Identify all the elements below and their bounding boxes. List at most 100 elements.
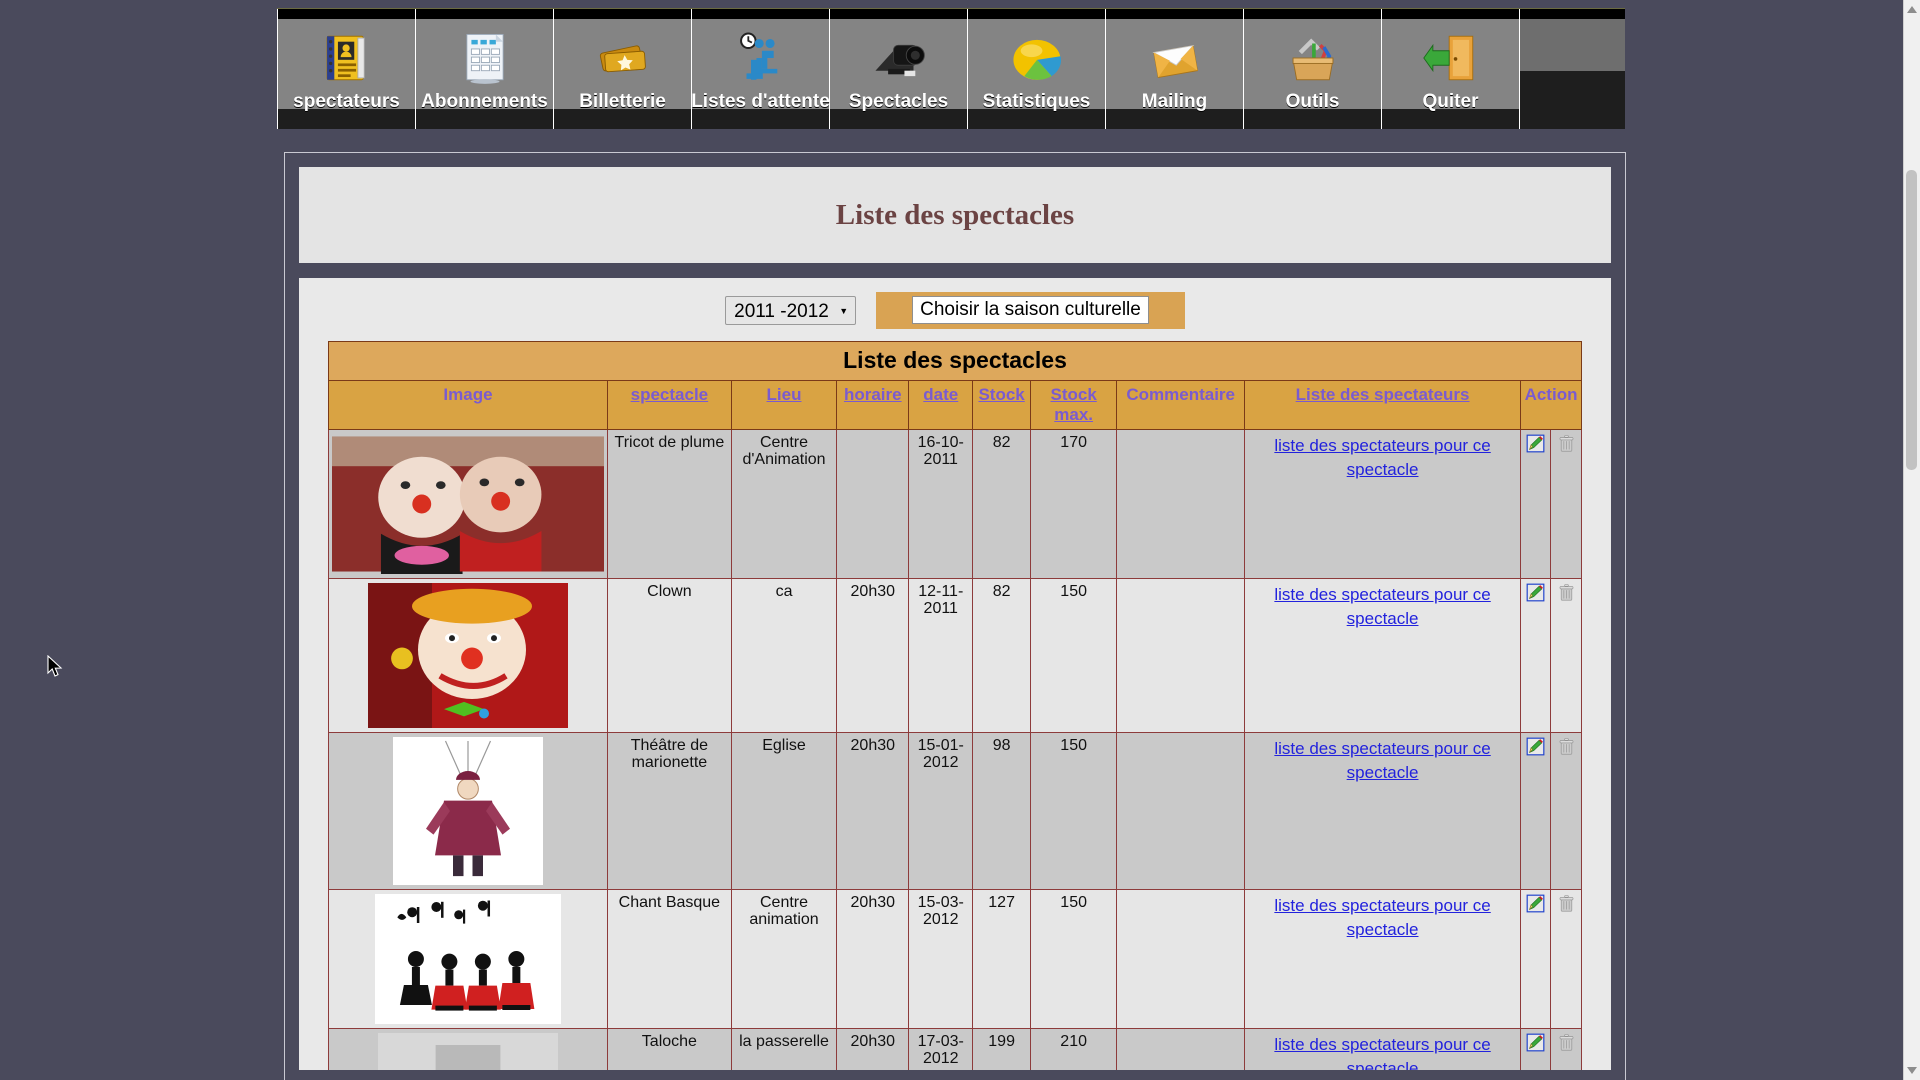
cell-horaire [836, 429, 910, 579]
delete-action-cell[interactable] [1550, 429, 1582, 579]
column-header-image: Image [328, 380, 608, 430]
scrollbar-thumb[interactable] [1906, 170, 1917, 470]
cell-date: 12-11-2011 [908, 578, 974, 733]
column-header-spectacle[interactable]: spectacle [607, 380, 732, 430]
cell-lieu: Centre d'Animation [730, 429, 838, 579]
column-header-liste-des-spectateurs[interactable]: Liste des spectateurs [1244, 380, 1522, 430]
edit-pencil-icon[interactable] [1526, 1033, 1545, 1052]
nav-item-outils[interactable]: Outils [1244, 9, 1382, 129]
cell-lieu: Centre animation [730, 889, 838, 1029]
column-header-label[interactable]: Lieu [767, 385, 802, 404]
delete-action-cell[interactable] [1550, 1028, 1582, 1070]
column-header-commentaire: Commentaire [1116, 380, 1246, 430]
nav-item-label: Mailing [1141, 91, 1208, 112]
cell-stock-max: 170 [1030, 429, 1118, 579]
cell-spectacle-name: Taloche [607, 1028, 732, 1070]
table-head: Image spectacle Lieu horaire date Stock Stock … [328, 380, 1582, 430]
delete-action-cell[interactable] [1550, 889, 1582, 1029]
nav-item-spectateurs[interactable]: spectateurs [277, 9, 416, 129]
cell-spectateurs-link: liste des spectateurs pour ce spectacle [1244, 732, 1522, 890]
scroll-down-arrow-icon[interactable] [1907, 1067, 1917, 1074]
column-header-label: Image [443, 385, 493, 404]
cell-spectacle-name: Chant Basque [607, 889, 732, 1029]
column-header-label[interactable]: horaire [844, 385, 902, 404]
edit-action-cell[interactable] [1520, 578, 1552, 733]
column-header-stock[interactable]: Stock [972, 380, 1032, 430]
nav-item-quiter[interactable]: Quiter [1382, 9, 1520, 129]
cell-stock-max: 150 [1030, 889, 1118, 1029]
cell-commentaire [1116, 889, 1246, 1029]
cell-date: 15-03-2012 [908, 889, 974, 1029]
cell-commentaire [1116, 732, 1246, 890]
nav-item-label: Listes d'attente [691, 91, 830, 112]
page-panel: Liste des spectacles 2011 -2012 ▼ Choisi… [284, 152, 1626, 1080]
column-header-label[interactable]: Stock [978, 385, 1024, 404]
edit-pencil-icon[interactable] [1526, 737, 1545, 756]
cell-spectateurs-link: liste des spectateurs pour ce spectacle [1244, 429, 1522, 579]
column-header-date[interactable]: date [908, 380, 974, 430]
trash-icon[interactable] [1557, 894, 1576, 913]
nav-item-abonnements[interactable]: Abonnements [416, 9, 554, 129]
edit-action-cell[interactable] [1520, 1028, 1552, 1070]
nav-item-billetterie[interactable]: Billetterie [554, 9, 692, 129]
spectateurs-list-link[interactable]: liste des spectateurs pour ce spectacle [1274, 1035, 1490, 1070]
season-select[interactable]: 2011 -2012 [725, 296, 857, 325]
column-header-label[interactable]: date [923, 385, 958, 404]
spectacle-thumbnail-cell [328, 578, 608, 733]
mouse-cursor [47, 655, 63, 677]
cell-spectacle-name: Tricot de plume [607, 429, 732, 579]
envelope-icon [1138, 25, 1212, 91]
cell-horaire: 20h30 [836, 578, 910, 733]
spectateurs-list-link[interactable]: liste des spectateurs pour ce spectacle [1274, 896, 1490, 939]
cell-stock-max: 150 [1030, 732, 1118, 890]
column-header-stock-max[interactable]: Stock max. [1030, 380, 1118, 430]
delete-action-cell[interactable] [1550, 732, 1582, 890]
column-header-label[interactable]: Liste des spectateurs [1296, 385, 1470, 404]
nav-item-statistiques[interactable]: Statistiques [968, 9, 1106, 129]
column-header-horaire[interactable]: horaire [836, 380, 910, 430]
trash-icon[interactable] [1557, 737, 1576, 756]
column-header-label[interactable]: spectacle [631, 385, 709, 404]
cell-commentaire [1116, 1028, 1246, 1070]
nav-empty-space [1520, 9, 1625, 129]
nav-item-spectacles[interactable]: Spectacles [830, 9, 968, 129]
column-header-label[interactable]: Stock max. [1051, 385, 1097, 424]
table-caption: Liste des spectacles [328, 341, 1582, 380]
table-row: Clown ca 20h30 12-11-2011 82 150 liste des spe… [328, 578, 1582, 733]
nav-item-label: Spectacles [848, 91, 949, 112]
toolbox-icon [1276, 25, 1350, 91]
delete-action-cell[interactable] [1550, 578, 1582, 733]
basque-dancers-silhouette [332, 894, 604, 1024]
nav-item-label: Abonnements [421, 91, 548, 112]
edit-pencil-icon[interactable] [1526, 434, 1545, 453]
choose-season-button[interactable]: Choisir la saison culturelle [912, 296, 1149, 324]
clown-face-photo [332, 583, 604, 728]
spectateurs-list-link[interactable]: liste des spectateurs pour ce spectacle [1274, 585, 1490, 628]
nav-item-mailing[interactable]: Mailing [1106, 9, 1244, 129]
spectacle-thumbnail-cell [328, 732, 608, 890]
edit-action-cell[interactable] [1520, 889, 1552, 1029]
cell-date: 17-03-2012 [908, 1028, 974, 1070]
marionette-puppet-photo [332, 737, 604, 885]
edit-pencil-icon[interactable] [1526, 894, 1545, 913]
nav-item-listes-d-attente[interactable]: Listes d'attente [691, 9, 830, 129]
cell-stock-max: 210 [1030, 1028, 1118, 1070]
table-row: Chant Basque Centre animation 20h30 15-03-2… [328, 889, 1582, 1029]
trash-icon[interactable] [1557, 1033, 1576, 1052]
spectateurs-list-link[interactable]: liste des spectateurs pour ce spectacle [1274, 436, 1490, 479]
season-select-wrapper: 2011 -2012 ▼ [725, 296, 857, 325]
trash-icon[interactable] [1557, 583, 1576, 602]
trash-icon[interactable] [1557, 434, 1576, 453]
column-header-lieu[interactable]: Lieu [730, 380, 838, 430]
vertical-scrollbar[interactable] [1903, 0, 1920, 1080]
scroll-up-arrow-icon[interactable] [1907, 6, 1917, 13]
spectateurs-list-link[interactable]: liste des spectateurs pour ce spectacle [1274, 739, 1490, 782]
nav-items-container: spectateurs Abonnements Billetterie List… [277, 9, 1625, 129]
edit-action-cell[interactable] [1520, 429, 1552, 579]
edit-action-cell[interactable] [1520, 732, 1552, 890]
table-row: Taloche la passerelle 20h30 17-03-2012 199 21… [328, 1028, 1582, 1070]
season-button-cell: Choisir la saison culturelle [876, 292, 1185, 329]
edit-pencil-icon[interactable] [1526, 583, 1545, 602]
main-navigation-bar: spectateurs Abonnements Billetterie List… [277, 8, 1625, 129]
nav-item-label: Billetterie [579, 91, 666, 112]
